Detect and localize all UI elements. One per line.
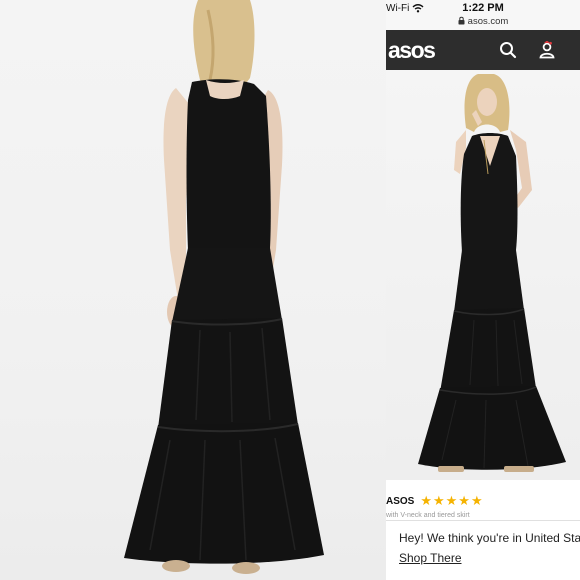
- lock-icon: [458, 16, 465, 25]
- country-banner: Hey! We think you're in United States Sh…: [386, 522, 580, 580]
- product-photo-back-view: [0, 0, 386, 580]
- banner-message: Hey! We think you're in United States: [399, 531, 580, 545]
- url-text: asos.com: [467, 16, 509, 27]
- dress-back-illustration: [124, 0, 324, 574]
- divider: [386, 520, 580, 521]
- search-icon[interactable]: [499, 41, 517, 59]
- product-image[interactable]: [386, 70, 580, 480]
- rating-stars[interactable]: ★★★★★: [420, 493, 483, 509]
- status-bar: Wi-Fi 1:22 PM asos.com: [386, 0, 580, 30]
- asos-logo[interactable]: asos: [388, 37, 436, 64]
- account-icon[interactable]: [538, 41, 556, 59]
- shop-there-link[interactable]: Shop There: [399, 551, 462, 565]
- dress-front-illustration: [418, 74, 566, 472]
- brand-name[interactable]: ASOS: [386, 496, 414, 507]
- address-bar[interactable]: asos.com: [386, 16, 580, 27]
- site-header: asos: [386, 30, 580, 70]
- phone-screenshot: Wi-Fi 1:22 PM asos.com asos ASOS ★★★★★ w…: [386, 0, 580, 580]
- status-time: 1:22 PM: [462, 2, 504, 14]
- product-brand-row: ASOS ★★★★★: [386, 492, 484, 510]
- product-detail-text: with V-neck and tiered skirt: [386, 512, 470, 519]
